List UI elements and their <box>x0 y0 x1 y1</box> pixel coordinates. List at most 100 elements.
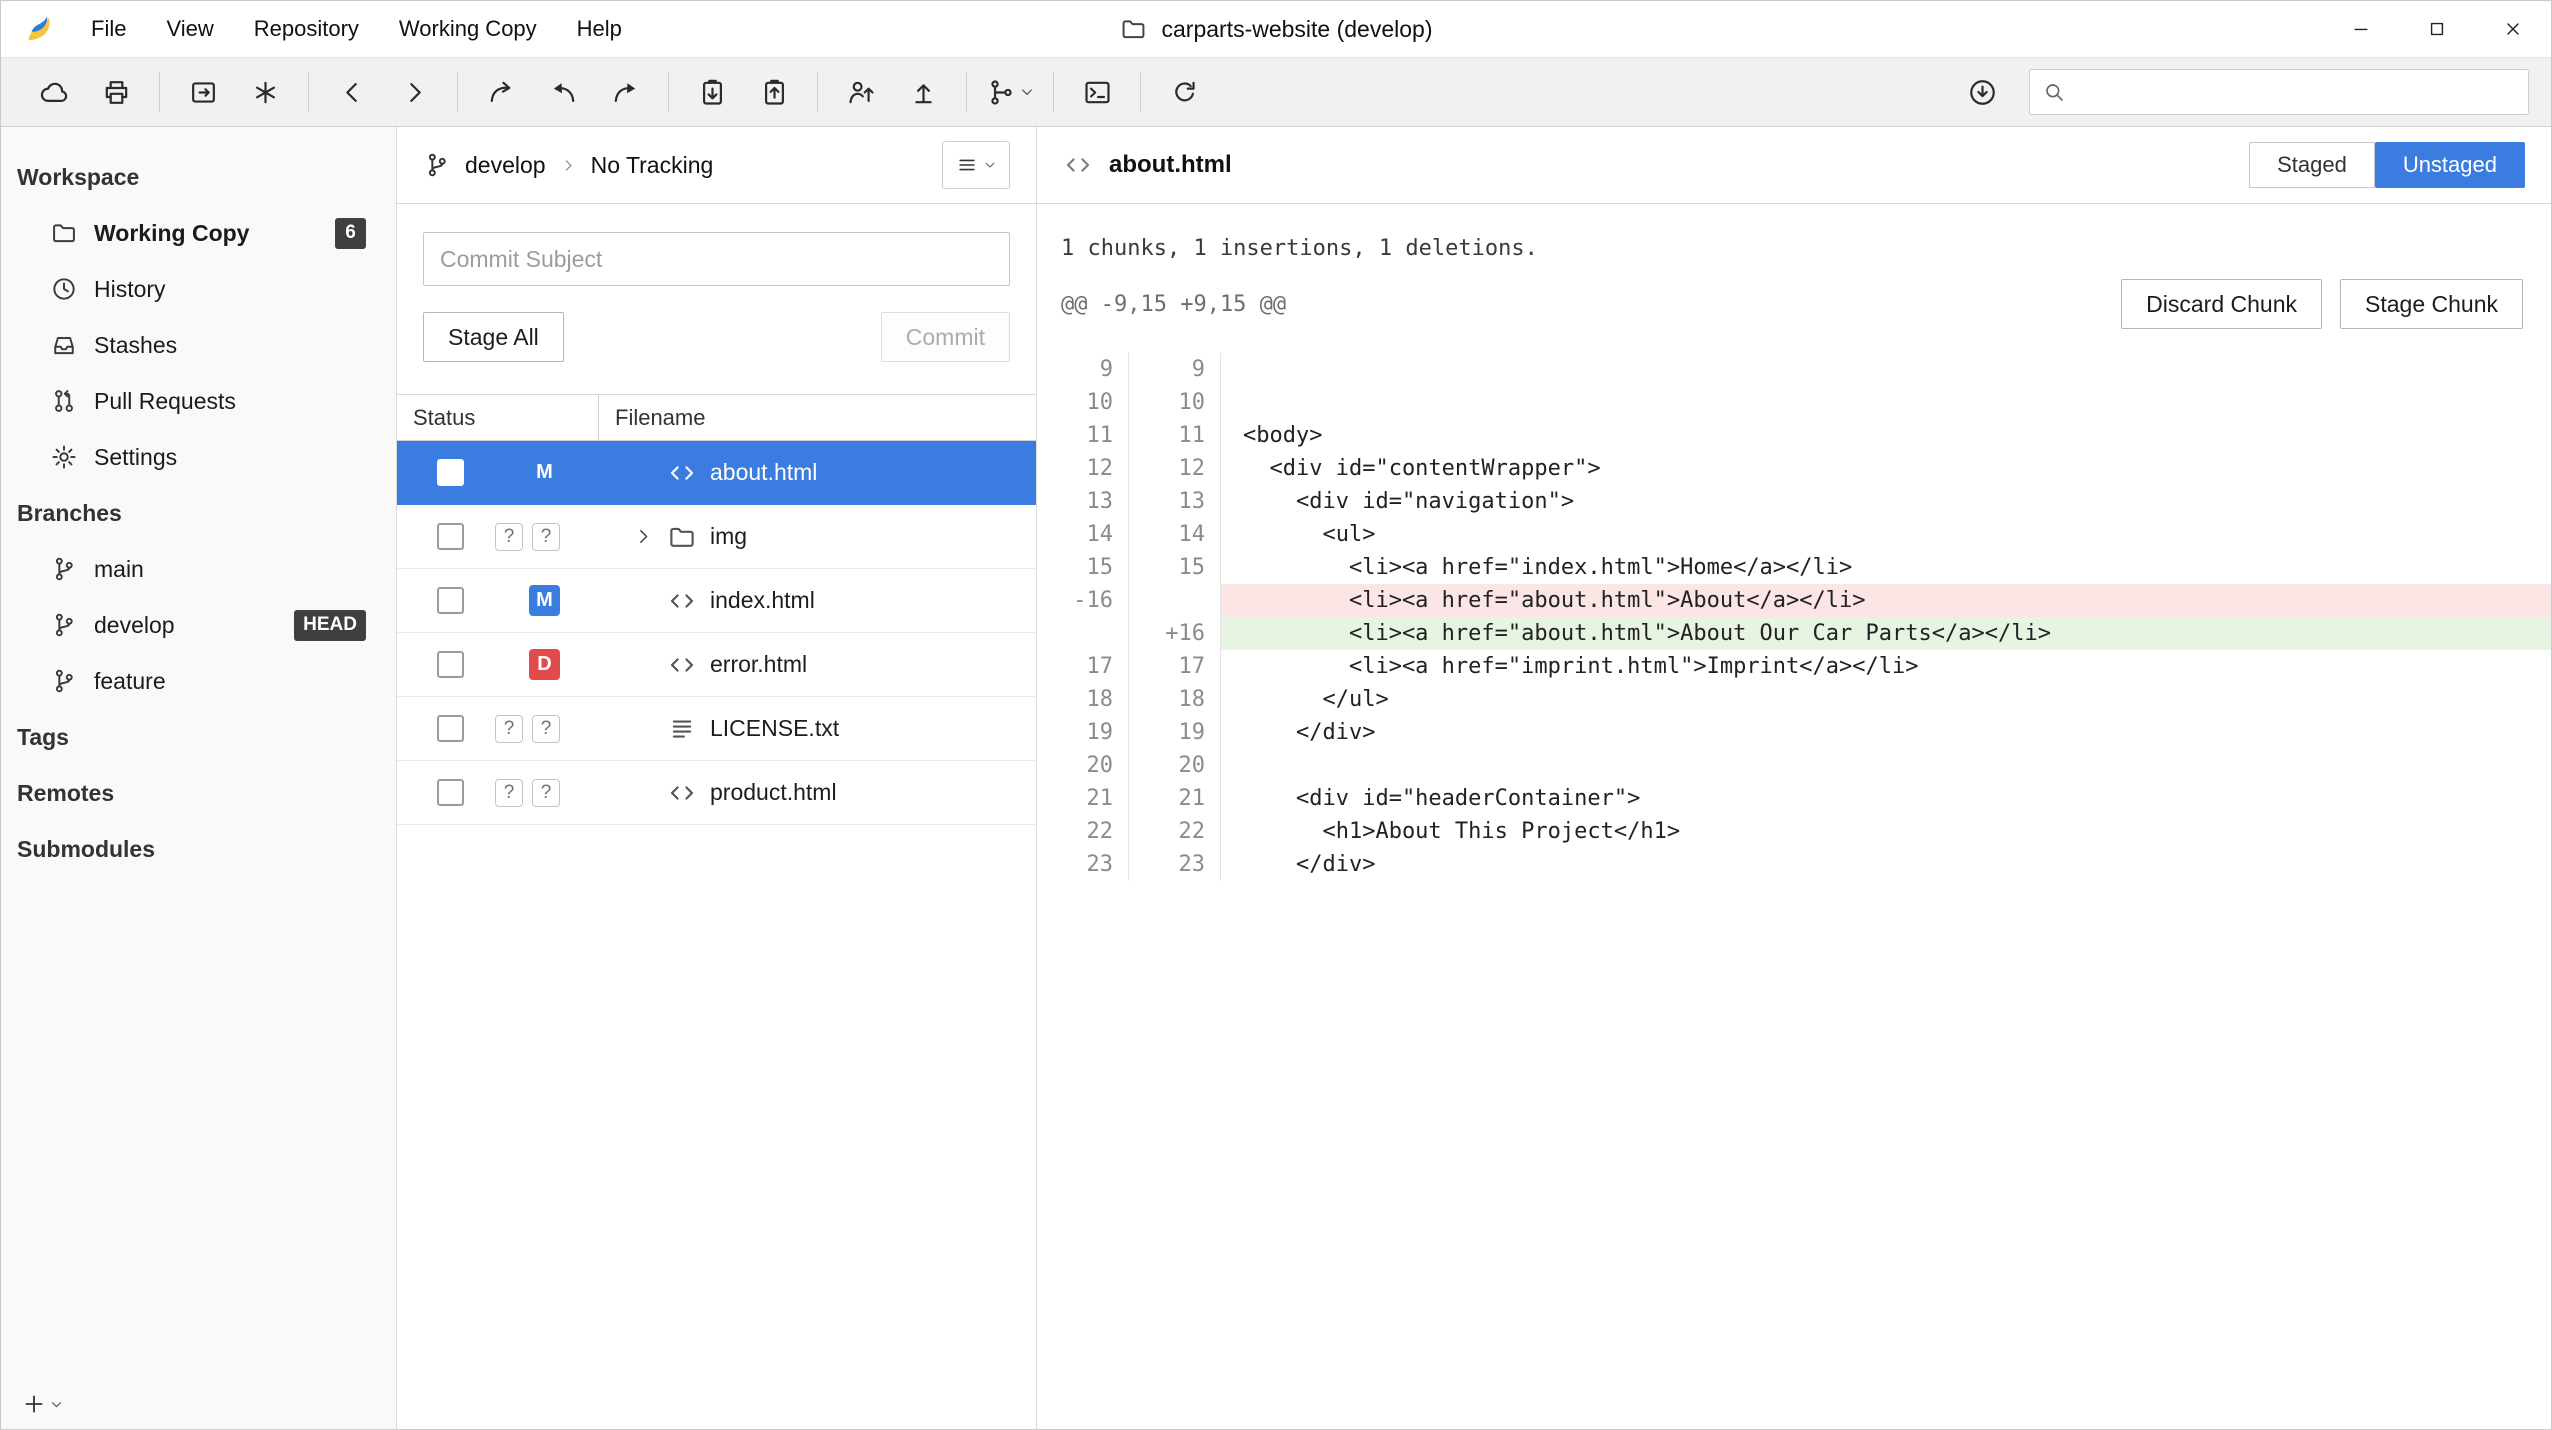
stage-checkbox[interactable] <box>437 715 464 742</box>
branch-actions-button[interactable] <box>979 67 1041 117</box>
tab-staged[interactable]: Staged <box>2249 142 2375 188</box>
file-row-product-html[interactable]: ??product.html <box>397 761 1036 825</box>
stage-checkbox[interactable] <box>437 459 464 486</box>
menu-help[interactable]: Help <box>557 1 642 57</box>
diff-line: 2121 <div id="headerContainer"> <box>1037 782 2551 815</box>
menu-file[interactable]: File <box>71 1 146 57</box>
forward-button[interactable] <box>383 67 445 117</box>
file-name-cell: index.html <box>599 586 1036 616</box>
toolbar-divider <box>1140 72 1141 112</box>
printer-button[interactable] <box>85 67 147 117</box>
file-row-index-html[interactable]: Mindex.html <box>397 569 1036 633</box>
sidebar-item-settings[interactable]: Settings <box>1 429 396 485</box>
sidebar-section-remotes[interactable]: Remotes <box>1 765 396 821</box>
sidebar-item-feature[interactable]: feature <box>1 653 396 709</box>
stage-chunk-button[interactable]: Stage Chunk <box>2340 279 2523 329</box>
old-line-number: 18 <box>1037 683 1129 716</box>
terminal-button[interactable] <box>1066 67 1128 117</box>
add-repository-button[interactable] <box>21 1391 64 1417</box>
file-row-about-html[interactable]: Mabout.html <box>397 441 1036 505</box>
filename: product.html <box>710 779 837 806</box>
stage-checkbox[interactable] <box>437 587 464 614</box>
minimize-button[interactable] <box>2323 1 2399 57</box>
commit-button[interactable]: Commit <box>881 312 1010 362</box>
sidebar-item-develop[interactable]: developHEAD <box>1 597 396 653</box>
sidebar-item-pull-requests[interactable]: Pull Requests <box>1 373 396 429</box>
untracked-badge: ? <box>532 715 560 743</box>
branch-actions-icon <box>986 77 1017 108</box>
refresh-button[interactable] <box>1153 67 1215 117</box>
file-row-license-txt[interactable]: ??LICENSE.txt <box>397 697 1036 761</box>
diff-line: -16 <li><a href="about.html">About</a></… <box>1037 584 2551 617</box>
search-input[interactable] <box>2078 79 2516 105</box>
new-line-number: 11 <box>1129 419 1221 452</box>
file-status-cell: M <box>397 457 599 488</box>
code-text <box>1221 353 2551 386</box>
sidebar-section-workspace[interactable]: Workspace <box>1 149 396 205</box>
sidebar-section-tags[interactable]: Tags <box>1 709 396 765</box>
diff-lines: 9910101111<body>1212 <div id="contentWra… <box>1037 353 2551 1429</box>
gear-icon <box>50 443 78 471</box>
fetch-button[interactable] <box>470 67 532 117</box>
new-line-number: +16 <box>1129 617 1221 650</box>
sidebar-item-history[interactable]: History <box>1 261 396 317</box>
file-status-cell: ?? <box>397 523 599 551</box>
pull-button[interactable] <box>532 67 594 117</box>
current-branch-label[interactable]: develop <box>465 152 546 179</box>
repo-menu-button[interactable] <box>942 141 1010 189</box>
toolbar-divider <box>668 72 669 112</box>
pull-icon <box>548 77 579 108</box>
sidebar-section-submodules[interactable]: Submodules <box>1 821 396 877</box>
file-name-cell: LICENSE.txt <box>599 714 1036 744</box>
file-row-img[interactable]: ??img <box>397 505 1036 569</box>
close-button[interactable] <box>2475 1 2551 57</box>
commit-graph-button[interactable] <box>234 67 296 117</box>
cloud-button[interactable] <box>23 67 85 117</box>
menu-repository[interactable]: Repository <box>234 1 379 57</box>
old-line-number: 11 <box>1037 419 1129 452</box>
stage-all-button[interactable]: Stage All <box>423 312 564 362</box>
fetch-icon <box>486 77 517 108</box>
discard-chunk-button[interactable]: Discard Chunk <box>2121 279 2322 329</box>
sidebar-section-branches[interactable]: Branches <box>1 485 396 541</box>
file-status-cell: ?? <box>397 715 599 743</box>
app-window: FileViewRepositoryWorking CopyHelp carpa… <box>0 0 2552 1430</box>
code-icon <box>667 650 697 680</box>
back-button[interactable] <box>321 67 383 117</box>
stash-pop-button[interactable] <box>743 67 805 117</box>
search-box[interactable] <box>2029 69 2529 115</box>
tab-unstaged[interactable]: Unstaged <box>2375 142 2525 188</box>
sidebar-item-main[interactable]: main <box>1 541 396 597</box>
expand-chevron-icon[interactable] <box>633 525 667 549</box>
new-line-number: 17 <box>1129 650 1221 683</box>
file-row-error-html[interactable]: Derror.html <box>397 633 1036 697</box>
download-button[interactable] <box>1951 67 2013 117</box>
diff-line: 1919 </div> <box>1037 716 2551 749</box>
open-repo-button[interactable] <box>172 67 234 117</box>
terminal-icon <box>1082 77 1113 108</box>
menu-working-copy[interactable]: Working Copy <box>379 1 557 57</box>
minimize-icon <box>2351 19 2371 39</box>
column-filename: Filename <box>599 395 705 440</box>
commit-subject-input[interactable] <box>423 232 1010 286</box>
cloud-icon <box>39 77 70 108</box>
push-button[interactable] <box>594 67 656 117</box>
stage-checkbox[interactable] <box>437 779 464 806</box>
menu-view[interactable]: View <box>146 1 233 57</box>
file-status-cell: D <box>397 649 599 680</box>
stage-checkbox[interactable] <box>437 651 464 678</box>
stage-checkbox[interactable] <box>437 523 464 550</box>
diff-line: 1010 <box>1037 386 2551 419</box>
sidebar-item-stashes[interactable]: Stashes <box>1 317 396 373</box>
status-badge: M <box>529 585 560 616</box>
window-controls <box>2323 1 2551 57</box>
user-arrow-up-button[interactable] <box>830 67 892 117</box>
breadcrumb: develop No Tracking <box>423 151 713 179</box>
stash-save-button[interactable] <box>681 67 743 117</box>
maximize-button[interactable] <box>2399 1 2475 57</box>
new-line-number: 20 <box>1129 749 1221 782</box>
arrow-up-line-button[interactable] <box>892 67 954 117</box>
sidebar-item-working-copy[interactable]: Working Copy6 <box>1 205 396 261</box>
column-status: Status <box>397 395 599 440</box>
code-text: </ul> <box>1221 683 2551 716</box>
